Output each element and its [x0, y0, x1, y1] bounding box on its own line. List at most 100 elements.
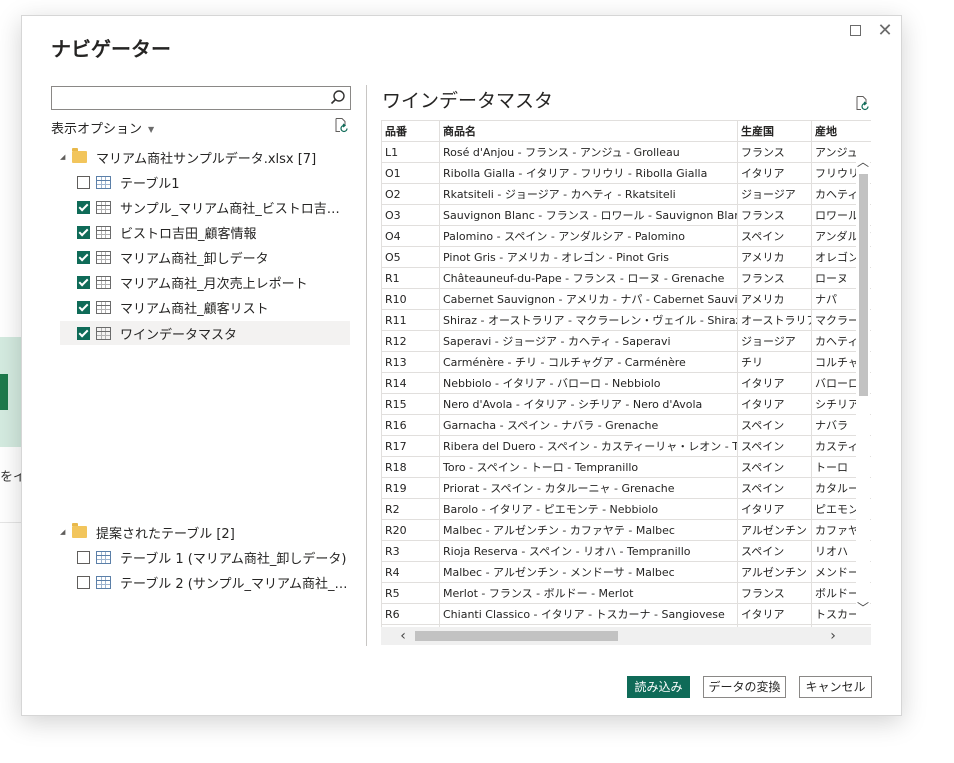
tree-node-file[interactable]: ◢ マリアム商社サンプルデータ.xlsx [7] — [60, 145, 355, 169]
checkbox-checked[interactable] — [77, 300, 90, 314]
checkbox-checked[interactable] — [77, 326, 90, 340]
table-cell[interactable]: イタリア — [737, 393, 812, 415]
table-cell[interactable]: L1 — [381, 141, 440, 163]
table-cell[interactable]: フランス — [737, 267, 812, 289]
table-cell[interactable]: チリ — [737, 351, 812, 373]
table-cell[interactable]: Barolo - イタリア - ピエモンテ - Nebbiolo — [439, 498, 738, 520]
tree-item-suggested-2[interactable]: テーブル 2 (サンプル_マリアム商社_ビス... — [60, 570, 350, 594]
table-cell[interactable]: R4 — [381, 561, 440, 583]
table-cell[interactable]: R3 — [381, 540, 440, 562]
table-cell[interactable]: オーストラリア — [737, 309, 812, 331]
table-cell[interactable]: Rioja Reserva - スペイン - リオハ - Tempranillo — [439, 540, 738, 562]
expand-triangle-icon[interactable]: ◢ — [60, 153, 68, 161]
vertical-scrollbar[interactable]: ︿ ﹀ — [856, 154, 870, 624]
tree-item-wholesale[interactable]: マリアム商社_卸しデータ — [60, 245, 350, 269]
refresh-icon[interactable] — [333, 117, 349, 133]
table-cell[interactable]: イタリア — [737, 372, 812, 394]
table-cell[interactable]: R14 — [381, 372, 440, 394]
transform-data-button[interactable]: データの変換 — [703, 676, 786, 698]
table-cell[interactable]: R5 — [381, 582, 440, 604]
table-cell[interactable]: R13 — [381, 351, 440, 373]
checkbox-checked[interactable] — [77, 200, 90, 214]
table-cell[interactable]: R2 — [381, 498, 440, 520]
column-header[interactable]: 商品名 — [439, 120, 738, 142]
load-button[interactable]: 読み込み — [627, 676, 690, 698]
table-cell[interactable]: スペイン — [737, 477, 812, 499]
table-cell[interactable]: Pinot Gris - アメリカ - オレゴン - Pinot Gris — [439, 246, 738, 268]
table-cell[interactable]: イタリア — [737, 498, 812, 520]
table-cell[interactable]: イタリア — [737, 162, 812, 184]
column-header[interactable]: 生産国 — [737, 120, 812, 142]
table-cell[interactable]: フランス — [737, 141, 812, 163]
tree-item-suggested-1[interactable]: テーブル 1 (マリアム商社_卸しデータ) — [60, 545, 350, 569]
table-cell[interactable]: Priorat - スペイン - カタルーニャ - Grenache — [439, 477, 738, 499]
table-cell[interactable]: Shiraz - オーストラリア - マクラーレン・ヴェイル - Shiraz — [439, 309, 738, 331]
table-cell[interactable]: R6 — [381, 603, 440, 625]
search-input[interactable] — [54, 88, 328, 108]
checkbox-checked[interactable] — [77, 275, 90, 289]
checkbox[interactable] — [77, 550, 90, 564]
table-cell[interactable]: スペイン — [737, 456, 812, 478]
table-cell[interactable]: Malbec - アルゼンチン - カファヤテ - Malbec — [439, 519, 738, 541]
table-cell[interactable]: Merlot - フランス - ボルドー - Merlot — [439, 582, 738, 604]
table-cell[interactable]: Nebbiolo - イタリア - バローロ - Nebbiolo — [439, 372, 738, 394]
table-cell[interactable]: O2 — [381, 183, 440, 205]
table-cell[interactable]: Chianti Classico - イタリア - トスカーナ - Sangio… — [439, 603, 738, 625]
table-cell[interactable]: R15 — [381, 393, 440, 415]
tree-item-customer-list[interactable]: マリアム商社_顧客リスト — [60, 295, 350, 319]
vertical-scroll-thumb[interactable] — [859, 174, 868, 396]
table-cell[interactable]: スペイン — [737, 540, 812, 562]
tree-item-monthly-report[interactable]: マリアム商社_月次売上レポート — [60, 270, 350, 294]
table-cell[interactable]: Toro - スペイン - トーロ - Tempranillo — [439, 456, 738, 478]
table-cell[interactable]: R16 — [381, 414, 440, 436]
checkbox[interactable] — [77, 175, 90, 189]
maximize-icon[interactable] — [846, 22, 864, 40]
tree-item-wine-master[interactable]: ワインデータマスタ — [60, 321, 350, 345]
table-cell[interactable]: Ribolla Gialla - イタリア - フリウリ - Ribolla G… — [439, 162, 738, 184]
chevron-down-icon[interactable]: ﹀ — [856, 600, 870, 616]
table-cell[interactable]: Rkatsiteli - ジョージア - カヘティ - Rkatsiteli — [439, 183, 738, 205]
table-cell[interactable]: R20 — [381, 519, 440, 541]
chevron-up-icon[interactable]: ︿ — [856, 154, 870, 170]
table-cell[interactable]: スペイン — [737, 225, 812, 247]
horizontal-scroll-thumb[interactable] — [415, 631, 618, 641]
table-cell[interactable]: O1 — [381, 162, 440, 184]
table-cell[interactable]: フランス — [737, 204, 812, 226]
table-cell[interactable]: ジョージア — [737, 330, 812, 352]
table-cell[interactable]: R1 — [381, 267, 440, 289]
table-cell[interactable]: R11 — [381, 309, 440, 331]
table-cell[interactable]: Saperavi - ジョージア - カヘティ - Saperavi — [439, 330, 738, 352]
table-cell[interactable]: フランス — [737, 582, 812, 604]
checkbox-checked[interactable] — [77, 250, 90, 264]
expand-triangle-icon[interactable]: ◢ — [60, 528, 68, 536]
table-cell[interactable]: Châteauneuf-du-Pape - フランス - ローヌ - Grena… — [439, 267, 738, 289]
table-cell[interactable]: Nero d'Avola - イタリア - シチリア - Nero d'Avol… — [439, 393, 738, 415]
table-cell[interactable]: スペイン — [737, 435, 812, 457]
table-cell[interactable]: スペイン — [737, 414, 812, 436]
table-cell[interactable]: O5 — [381, 246, 440, 268]
table-cell[interactable]: R19 — [381, 477, 440, 499]
column-header[interactable]: 品番 — [381, 120, 440, 142]
tree-item-bistro-customers[interactable]: ビストロ吉田_顧客情報 — [60, 220, 350, 244]
close-icon[interactable]: ✕ — [876, 22, 894, 40]
table-cell[interactable]: アルゼンチン — [737, 519, 812, 541]
table-cell[interactable]: アメリカ — [737, 288, 812, 310]
table-cell[interactable]: O4 — [381, 225, 440, 247]
table-cell[interactable]: アルゼンチン — [737, 561, 812, 583]
table-cell[interactable]: ジョージア — [737, 183, 812, 205]
checkbox[interactable] — [77, 575, 90, 589]
table-cell[interactable]: R12 — [381, 330, 440, 352]
chevron-right-icon[interactable]: › — [823, 627, 843, 645]
column-header[interactable]: 産地 — [811, 120, 871, 142]
table-cell[interactable]: Palomino - スペイン - アンダルシア - Palomino — [439, 225, 738, 247]
table-cell[interactable]: O3 — [381, 204, 440, 226]
refresh-preview-icon[interactable] — [854, 95, 870, 111]
display-options-dropdown[interactable]: 表示オプション ▼ — [51, 118, 154, 137]
tree-item-table1[interactable]: テーブル1 — [60, 170, 350, 194]
table-cell[interactable]: Cabernet Sauvignon - アメリカ - ナパ - Caberne… — [439, 288, 738, 310]
table-cell[interactable]: Ribera del Duero - スペイン - カスティーリャ・レオン - … — [439, 435, 738, 457]
table-cell[interactable]: R10 — [381, 288, 440, 310]
tree-node-suggested[interactable]: ◢ 提案されたテーブル [2] — [60, 520, 355, 544]
checkbox-checked[interactable] — [77, 225, 90, 239]
table-cell[interactable]: イタリア — [737, 603, 812, 625]
